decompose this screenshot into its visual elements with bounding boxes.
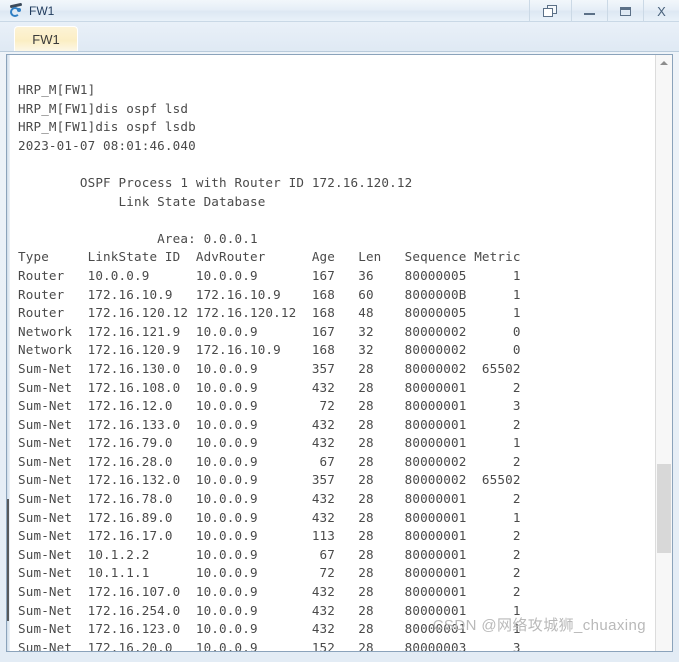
- close-icon: X: [657, 3, 666, 19]
- minimize-icon: [584, 13, 595, 15]
- watermark: CSDN @网络攻城狮_chuaxing: [432, 617, 646, 634]
- scroll-up-icon[interactable]: [656, 55, 672, 71]
- terminal-panel: HRP_M[FW1] HRP_M[FW1]dis ospf lsd HRP_M[…: [6, 54, 673, 652]
- scrollbar-thumb[interactable]: [657, 464, 671, 553]
- terminal-output: HRP_M[FW1] HRP_M[FW1]dis ospf lsd HRP_M[…: [18, 82, 521, 651]
- tab-label: FW1: [32, 31, 60, 47]
- terminal-vertical-scrollbar[interactable]: [655, 55, 672, 651]
- maximize-icon: [620, 6, 631, 16]
- terminal-left-marker: [7, 499, 9, 621]
- title-bar-left: FW1: [8, 1, 54, 21]
- restore-down-button[interactable]: [529, 0, 571, 22]
- tab-fw1[interactable]: FW1: [14, 26, 78, 52]
- console-app-icon: [8, 2, 24, 19]
- window-controls: X: [529, 0, 679, 22]
- close-button[interactable]: X: [643, 0, 679, 22]
- tab-strip-baseline: [0, 51, 679, 52]
- tab-strip: FW1: [0, 22, 679, 52]
- restore-icon: [543, 4, 558, 18]
- minimize-button[interactable]: [571, 0, 607, 22]
- terminal-viewport[interactable]: HRP_M[FW1] HRP_M[FW1]dis ospf lsd HRP_M[…: [7, 55, 655, 651]
- application-window: FW1 X FW1 HRP_M[FW1] HRP_M[FW1]dis ospf …: [0, 0, 679, 662]
- maximize-button[interactable]: [607, 0, 643, 22]
- title-bar: FW1 X: [0, 0, 679, 22]
- window-title: FW1: [29, 4, 55, 18]
